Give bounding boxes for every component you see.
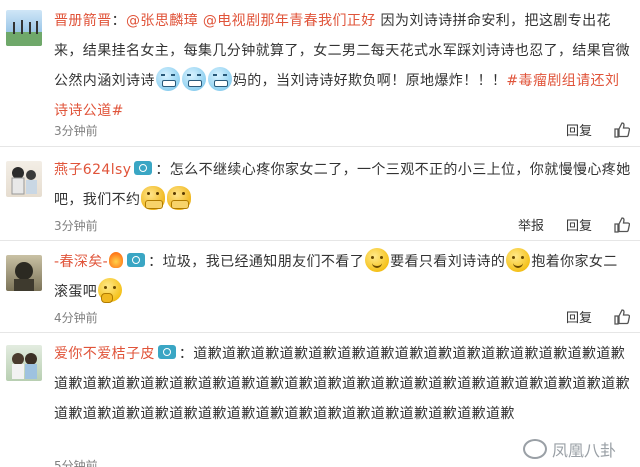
username-link[interactable]: 晋册箭晋 (54, 13, 112, 29)
cold-face-emoji (207, 67, 232, 91)
avatar[interactable] (6, 161, 42, 197)
smile-emoji (506, 248, 531, 272)
avatar-image (11, 167, 37, 195)
reply-button[interactable]: 回复 (566, 215, 592, 234)
avatar[interactable] (6, 10, 42, 46)
member-badge-icon (127, 253, 146, 267)
timestamp: 5分钟前 (54, 459, 98, 467)
comment-body: 燕子624lsy ：怎么不继续心疼你家女二了，一个三观不正的小三上位，你就慢慢心疼… (54, 155, 632, 215)
wechat-icon (522, 439, 547, 459)
fist-emoji (167, 186, 192, 210)
watermark-text: 凤凰八卦 (551, 441, 616, 460)
username-link[interactable]: 爱你不爱桔子皮 (54, 346, 155, 362)
comment-body: 爱你不爱桔子皮 ：道歉道歉道歉道歉道歉道歉道歉道歉道歉道歉道歉道歉道歉道歉道歉道歉… (54, 339, 632, 429)
comment-item: 晋册箭晋：@张思麟璋 @电视剧那年青春我们正好 因为刘诗诗拼命安利，把这剧专出花… (0, 0, 640, 145)
cold-face-emoji (155, 67, 180, 91)
avatar-image (6, 20, 42, 46)
timestamp: 4分钟前 (54, 311, 98, 325)
comment-item: 燕子624lsy ：怎么不继续心疼你家女二了，一个三观不正的小三上位，你就慢慢心疼… (0, 147, 640, 239)
thinking-emoji (98, 278, 123, 303)
like-button[interactable] (614, 308, 630, 325)
comment-body: -春深矣- ：垃圾，我已经通知朋友们不看了 要看只看刘诗诗的 抱着你家女二滚蛋吧 (54, 247, 632, 307)
comment-text: ：垃圾，我已经通知朋友们不看了 (148, 254, 365, 270)
like-button[interactable] (614, 216, 630, 233)
report-button[interactable]: 举报 (518, 215, 544, 234)
fire-badge-icon (109, 252, 124, 268)
comment-text: 妈的，当刘诗诗好欺负啊！原地爆炸！！！ (232, 73, 507, 89)
thumbs-up-icon (614, 308, 630, 325)
username-link[interactable]: 燕子624lsy (54, 162, 131, 178)
comment-actions: 回复 (544, 120, 630, 139)
comment-item: -春深矣- ：垃圾，我已经通知朋友们不看了 要看只看刘诗诗的 抱着你家女二滚蛋吧 4分… (0, 241, 640, 331)
smile-emoji (365, 248, 390, 272)
comment-actions: 举报 回复 (496, 215, 630, 234)
username-link[interactable]: -春深矣- (54, 254, 108, 270)
timestamp: 3分钟前 (54, 124, 98, 138)
mention-link[interactable]: @张思麟璋 (126, 13, 198, 29)
comment-actions: 回复 (544, 307, 630, 326)
avatar[interactable] (6, 345, 42, 381)
mention-link[interactable]: @电视剧那年青春我们正好 (203, 13, 376, 29)
like-button[interactable] (614, 121, 630, 138)
reply-button[interactable]: 回复 (566, 120, 592, 139)
cold-face-emoji (181, 67, 206, 91)
avatar-image (14, 262, 34, 291)
timestamp: 3分钟前 (54, 219, 98, 233)
thumbs-up-icon (614, 121, 630, 138)
comment-text: 要看只看刘诗诗的 (390, 254, 506, 270)
fist-emoji (141, 186, 166, 210)
watermark: 凤凰八卦 (518, 437, 620, 461)
member-badge-icon (157, 345, 176, 359)
avatar-image (12, 353, 37, 379)
member-badge-icon (134, 161, 153, 175)
reply-button[interactable]: 回复 (566, 307, 592, 326)
avatar[interactable] (6, 255, 42, 291)
comment-body: 晋册箭晋：@张思麟璋 @电视剧那年青春我们正好 因为刘诗诗拼命安利，把这剧专出花… (54, 13, 630, 119)
thumbs-up-icon (614, 216, 630, 233)
